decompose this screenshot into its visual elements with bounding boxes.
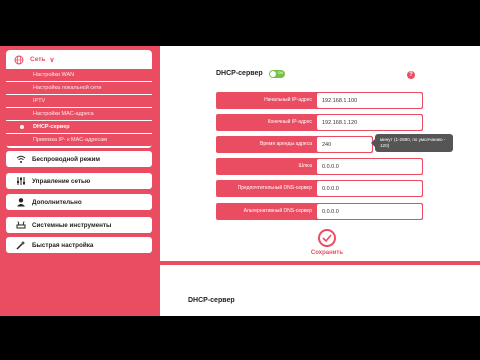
sidebar-item-network[interactable]: Сеть ∨ — [6, 50, 152, 69]
section-title: DHCP-сервер — [188, 297, 235, 304]
wifi-icon — [16, 154, 26, 164]
screen: Сеть ∨ Настройки WAN Настройка локальной… — [0, 0, 480, 360]
sidebar-item-wireless[interactable]: Беспроводной режим — [6, 151, 152, 167]
sidebar-subitem-ip-mac-binding[interactable]: Привязка IP- к MAC-адресам — [6, 134, 152, 146]
sidebar-subitem-label: IPTV — [33, 98, 46, 104]
lease-time-row: Время аренды адреса — [216, 136, 373, 153]
field-label: Альтернативный DNS-сервер — [243, 208, 312, 214]
sidebar-item-label: Дополнительно — [32, 198, 82, 206]
dhcp-toggle[interactable]: ON — [269, 70, 285, 78]
toggle-label: ON — [277, 71, 283, 75]
sidebar-item-label: Управление сетью — [32, 177, 91, 185]
active-indicator — [20, 125, 24, 129]
gateway-input[interactable] — [317, 159, 422, 174]
start-ip-row: Начальный IP-адрес — [216, 92, 423, 109]
checkmark-icon — [322, 234, 332, 242]
sidebar-item-system-tools[interactable]: Системные инструменты — [6, 217, 152, 233]
chevron-down-icon: ∨ — [49, 56, 55, 64]
section-title: DHCP-сервер — [216, 70, 263, 77]
sidebar-subitem-iptv[interactable]: IPTV — [6, 95, 152, 107]
sidebar-item-label: Сеть — [30, 56, 46, 63]
gateway-row: Шлюз — [216, 158, 423, 175]
globe-icon — [14, 55, 24, 65]
primary-dns-row: Предпочтительный DNS-сервер — [216, 180, 423, 197]
help-icon[interactable]: ? — [407, 71, 415, 79]
bottom-letterbox — [0, 316, 480, 360]
primary-dns-input[interactable] — [317, 181, 422, 196]
sidebar-subitem-label: Привязка IP- к MAC-адресам — [33, 137, 108, 143]
top-letterbox — [0, 0, 480, 46]
secondary-dns-input[interactable] — [317, 204, 422, 219]
sliders-icon — [16, 176, 26, 186]
field-label: Шлюз — [298, 163, 312, 169]
wand-icon — [16, 240, 26, 250]
sidebar-item-label: Быстрая настройка — [32, 241, 94, 249]
dhcp-clients-panel: DHCP-сервер — [160, 265, 480, 316]
lease-time-input[interactable] — [317, 137, 372, 152]
sidebar-item-quick-setup[interactable]: Быстрая настройка — [6, 237, 152, 253]
sidebar-subitem-label: DHCP-сервер — [33, 124, 70, 130]
save-button[interactable] — [318, 229, 336, 247]
router-icon — [16, 220, 26, 230]
sidebar-subitem-mac[interactable]: Настройки MAC-адреса — [6, 108, 152, 120]
end-ip-input[interactable] — [317, 115, 422, 130]
sidebar-subitem-lan[interactable]: Настройка локальной сети — [6, 82, 152, 94]
sidebar-subitem-label: Настройки WAN — [33, 72, 75, 78]
save-label: Сохранить — [310, 250, 344, 256]
secondary-dns-row: Альтернативный DNS-сервер — [216, 203, 423, 220]
dhcp-settings-panel: DHCP-сервер ON ? Начальный IP-адрес Коне… — [160, 46, 480, 261]
field-label: Начальный IP-адрес — [264, 97, 312, 103]
sidebar-group-network: Сеть ∨ Настройки WAN Настройка локальной… — [6, 50, 152, 148]
sidebar-item-advanced[interactable]: Дополнительно — [6, 194, 152, 210]
user-icon — [16, 197, 26, 207]
sidebar-item-label: Беспроводной режим — [32, 155, 101, 163]
field-label: Конечный IP-адрес — [267, 119, 312, 125]
sidebar-subitem-label: Настройки MAC-адреса — [33, 111, 94, 117]
field-label: Время аренды адреса — [260, 141, 312, 147]
field-label: Предпочтительный DNS-сервер — [237, 185, 312, 191]
sidebar-item-label: Системные инструменты — [32, 221, 112, 229]
sidebar-subitem-label: Настройка локальной сети — [33, 85, 102, 91]
sidebar-subitem-dhcp[interactable]: DHCP-сервер — [6, 121, 152, 133]
start-ip-input[interactable] — [317, 93, 422, 108]
end-ip-row: Конечный IP-адрес — [216, 114, 423, 131]
sidebar-item-network-management[interactable]: Управление сетью — [6, 173, 152, 189]
lease-time-tooltip: минут (1-2880, по умолчанию - 120) — [371, 134, 453, 152]
sidebar-subitem-wan[interactable]: Настройки WAN — [6, 69, 152, 81]
